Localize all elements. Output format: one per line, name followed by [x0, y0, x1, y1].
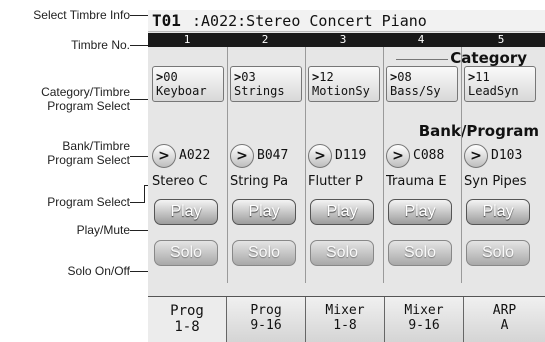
leader-program-select-riser [144, 185, 145, 203]
bank-select-button[interactable]: > [230, 144, 254, 168]
tab-label-line2: 1-8 [174, 319, 200, 335]
bank-select-button[interactable]: > [152, 144, 176, 168]
leader-select-timbre-info [130, 15, 148, 16]
timbre-id: T01 [152, 11, 181, 30]
timbre-number: 2 [261, 33, 269, 46]
solo-button[interactable]: Solo [388, 240, 452, 266]
play-mute-button[interactable]: Play [388, 199, 452, 225]
bank-program-number: C088 [413, 148, 445, 163]
bank-program-number: B047 [257, 148, 289, 163]
category-select-button[interactable]: >03 Strings [230, 66, 302, 102]
callout-select-timbre-info: Select Timbre Info [33, 8, 130, 22]
bank-select-row: > A022 [152, 143, 224, 169]
category-name: Strings [234, 84, 285, 98]
bank-select-button[interactable]: > [386, 144, 410, 168]
category-id: 08 [397, 70, 412, 84]
column-divider [383, 47, 384, 283]
bank-select-row: > B047 [230, 143, 302, 169]
category-select-button[interactable]: >11 LeadSyn [464, 66, 536, 102]
tab-label-line1: Mixer [325, 303, 365, 318]
bank-select-button[interactable]: > [308, 144, 332, 168]
callout-category-select-line1: Category/Timbre [41, 85, 130, 99]
page-tab-bar: Prog 1-8 Prog 9-16 Mixer 1-8 Mixer 9-16 … [148, 296, 545, 342]
program-name[interactable]: Syn Pipes [464, 173, 536, 191]
category-name: Keyboar [156, 84, 207, 98]
callout-bank-select: Bank/Timbre Program Select [47, 139, 130, 167]
program-name[interactable]: Stereo C [152, 173, 224, 191]
bank-select-row: > D103 [464, 143, 536, 169]
leader-program-select [130, 202, 144, 203]
column-divider [227, 47, 228, 283]
solo-button[interactable]: Solo [232, 240, 296, 266]
timbre-screen: T01 :A022:Stereo Concert Piano 1 2 3 4 5… [148, 10, 545, 342]
category-id: 12 [319, 70, 334, 84]
category-id: 00 [163, 70, 178, 84]
category-name: MotionSy [312, 84, 370, 98]
play-mute-button[interactable]: Play [232, 199, 296, 225]
timbre-number: 1 [183, 33, 191, 46]
timbre-number-strip: 1 2 3 4 5 [148, 33, 545, 47]
program-name[interactable]: String Pa [230, 173, 302, 191]
bank-select-row: > C088 [386, 143, 458, 169]
tab-prog-1-8[interactable]: Prog 1-8 [148, 297, 227, 342]
category-id: 03 [241, 70, 256, 84]
category-select-button[interactable]: >00 Keyboar [152, 66, 224, 102]
bank-program-number: D103 [491, 148, 523, 163]
tab-label-line2: A [500, 318, 509, 333]
bank-select-row: > D119 [308, 143, 380, 169]
tab-label-line1: ARP [492, 303, 517, 318]
callout-play-mute: Play/Mute [76, 223, 130, 237]
bank-program-number: D119 [335, 148, 367, 163]
solo-button[interactable]: Solo [310, 240, 374, 266]
tab-label-line1: Prog [170, 303, 204, 319]
tab-mixer-9-16[interactable]: Mixer 9-16 [385, 297, 464, 342]
timbre-number: 3 [339, 33, 347, 46]
bank-select-button[interactable]: > [464, 144, 488, 168]
tab-label-line2: 9-16 [250, 318, 282, 333]
timbre-number: 4 [417, 33, 425, 46]
program-name[interactable]: Trauma E [386, 173, 458, 191]
callout-bank-select-line1: Bank/Timbre [62, 139, 130, 153]
timbre-info-bar[interactable]: T01 :A022:Stereo Concert Piano [148, 10, 545, 32]
solo-button[interactable]: Solo [154, 240, 218, 266]
callout-category-select: Category/Timbre Program Select [41, 85, 130, 113]
leader-timbre-no [130, 45, 150, 46]
category-id: 11 [475, 70, 490, 84]
callout-timbre-no: Timbre No. [71, 38, 130, 52]
category-select-button[interactable]: >08 Bass/Sy [386, 66, 458, 102]
bank-program-heading: Bank/Program [416, 122, 541, 140]
callout-bank-select-line2: Program Select [47, 153, 130, 167]
category-select-button[interactable]: >12 MotionSy [308, 66, 380, 102]
play-mute-button[interactable]: Play [466, 199, 530, 225]
tab-arp-a[interactable]: ARP A [464, 297, 545, 342]
timbre-number: 5 [497, 33, 505, 46]
tab-prog-9-16[interactable]: Prog 9-16 [227, 297, 306, 342]
play-mute-button[interactable]: Play [154, 199, 218, 225]
bank-program-number: A022 [179, 148, 211, 163]
tab-label-line2: 9-16 [408, 318, 440, 333]
category-name: LeadSyn [468, 84, 519, 98]
callout-category-select-line2: Program Select [47, 99, 130, 113]
solo-button[interactable]: Solo [466, 240, 530, 266]
tab-label-line2: 1-8 [333, 318, 357, 333]
callout-program-select: Program Select [47, 195, 130, 209]
callout-panel: Select Timbre Info Timbre No. Category/T… [0, 0, 156, 342]
tab-mixer-1-8[interactable]: Mixer 1-8 [306, 297, 385, 342]
column-divider [305, 47, 306, 283]
category-name: Bass/Sy [390, 84, 441, 98]
tab-label-line1: Prog [250, 303, 282, 318]
play-mute-button[interactable]: Play [310, 199, 374, 225]
tab-label-line1: Mixer [404, 303, 444, 318]
timbre-program-title: :A022:Stereo Concert Piano [192, 12, 427, 30]
program-name[interactable]: Flutter P [308, 173, 380, 191]
callout-solo-on-off: Solo On/Off [67, 264, 130, 278]
column-divider [461, 47, 462, 283]
